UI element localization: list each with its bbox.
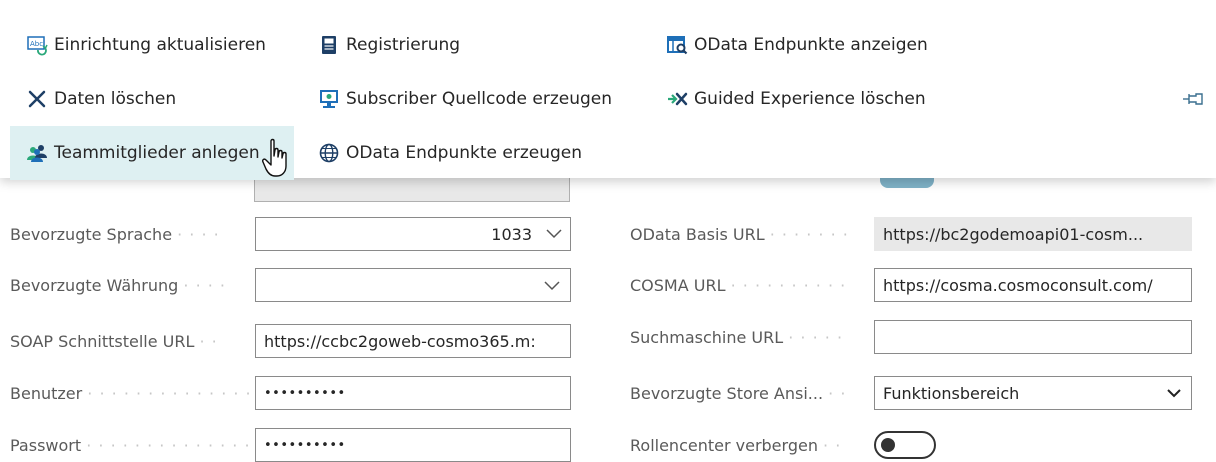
- menu-item-generate-subscriber-code[interactable]: Subscriber Quellcode erzeugen: [302, 72, 642, 126]
- chevron-down-icon: [1167, 389, 1181, 398]
- chevron-down-icon: [544, 281, 560, 291]
- field-row-odata-url: OData Basis URL · · · · · · · https://bc…: [630, 217, 1196, 251]
- menu-item-label: OData Endpunkte anzeigen: [694, 35, 928, 55]
- globe-icon: [318, 142, 340, 164]
- svg-text:Abc: Abc: [30, 40, 43, 48]
- menu-item-label: Einrichtung aktualisieren: [54, 35, 266, 55]
- menu-item-create-team-members[interactable]: Teammitglieder anlegen: [10, 126, 294, 180]
- toggle-knob: [881, 438, 895, 452]
- hide-rolecenter-toggle[interactable]: [874, 431, 936, 459]
- field-row-password: Passwort · · · · · · · · · · · · · · •••…: [10, 428, 571, 462]
- field-row-hide-rolecenter: Rollencenter verbergen · ·: [630, 428, 1196, 462]
- hand-cursor-icon: [262, 138, 287, 177]
- field-label: Benutzer · · · · · · · · · · · · · ·: [10, 383, 252, 403]
- field-row-search-url: Suchmaschine URL · · · · ·: [630, 320, 1196, 354]
- odata-view-icon: [666, 34, 688, 56]
- menu-item-registration[interactable]: Registrierung: [302, 18, 642, 72]
- password-value: ••••••••••: [264, 437, 346, 453]
- store-view-value: Funktionsbereich: [883, 383, 1020, 403]
- field-row-cosma-url: COSMA URL · · · · · · · · · · https://co…: [630, 268, 1196, 302]
- odata-url-value: https://bc2godemoapi01-cosm...: [883, 224, 1144, 244]
- team-members-icon: [26, 142, 48, 164]
- soap-url-input[interactable]: https://ccbc2goweb-cosmo365.m:: [255, 324, 571, 358]
- cosma-url-value: https://cosma.cosmoconsult.com/: [883, 275, 1153, 295]
- menu-item-update-setup[interactable]: Abc Einrichtung aktualisieren: [10, 18, 296, 72]
- registration-book-icon: [318, 34, 340, 56]
- soap-url-value: https://ccbc2goweb-cosmo365.m:: [264, 331, 536, 351]
- user-value: ••••••••••: [264, 385, 346, 401]
- field-label: SOAP Schnittstelle URL · ·: [10, 331, 218, 351]
- field-label: Suchmaschine URL · · · · ·: [630, 327, 844, 347]
- chevron-down-icon: [546, 229, 562, 239]
- field-row-store-view: Bevorzugte Store Ansi... · · Funktionsbe…: [630, 376, 1196, 410]
- menu-item-label: Subscriber Quellcode erzeugen: [346, 89, 613, 109]
- field-row-language: Bevorzugte Sprache · · · · 1033: [10, 217, 571, 251]
- menu-item-label: Guided Experience löschen: [694, 89, 926, 109]
- password-input[interactable]: ••••••••••: [255, 428, 571, 462]
- field-label: Passwort · · · · · · · · · · · · · ·: [10, 435, 251, 455]
- field-label: Bevorzugte Währung · · · ·: [10, 275, 227, 295]
- language-select[interactable]: 1033: [255, 217, 571, 251]
- refresh-setup-icon: Abc: [26, 34, 48, 56]
- field-label: OData Basis URL · · · · · · ·: [630, 224, 849, 244]
- language-value: 1033: [491, 224, 532, 244]
- menu-item-show-odata[interactable]: OData Endpunkte anzeigen: [650, 18, 970, 72]
- menu-item-delete-guided-experience[interactable]: Guided Experience löschen: [650, 72, 970, 126]
- menu-item-delete-data[interactable]: Daten löschen: [10, 72, 296, 126]
- monitor-code-icon: [318, 88, 340, 110]
- field-row-user: Benutzer · · · · · · · · · · · · · · •••…: [10, 376, 571, 410]
- menu-item-label: OData Endpunkte erzeugen: [346, 143, 583, 163]
- field-label: Rollencenter verbergen · ·: [630, 435, 842, 455]
- search-url-input[interactable]: [874, 320, 1192, 354]
- menu-item-label: Registrierung: [346, 35, 461, 55]
- cosma-url-input[interactable]: https://cosma.cosmoconsult.com/: [874, 268, 1192, 302]
- menu-item-label: Daten löschen: [54, 89, 177, 109]
- arrow-delete-icon: [666, 88, 688, 110]
- field-row-soap-url: SOAP Schnittstelle URL · · https://ccbc2…: [10, 324, 571, 358]
- menu-item-label: Teammitglieder anlegen: [54, 143, 260, 163]
- close-x-icon: [26, 88, 48, 110]
- currency-select[interactable]: [255, 268, 571, 302]
- field-row-currency: Bevorzugte Währung · · · ·: [10, 268, 571, 302]
- menu-item-create-odata[interactable]: OData Endpunkte erzeugen: [302, 126, 642, 180]
- field-label: Bevorzugte Sprache · · · ·: [10, 224, 220, 244]
- field-label: Bevorzugte Store Ansi... · ·: [630, 383, 847, 403]
- field-label: COSMA URL · · · · · · · · · ·: [630, 275, 847, 295]
- user-input[interactable]: ••••••••••: [255, 376, 571, 410]
- odata-url-field: https://bc2godemoapi01-cosm...: [874, 217, 1192, 251]
- actions-dropdown-menu: Abc Einrichtung aktualisieren Registrier…: [0, 0, 1216, 180]
- store-view-select[interactable]: Funktionsbereich: [874, 376, 1192, 410]
- pin-icon[interactable]: [1180, 86, 1206, 112]
